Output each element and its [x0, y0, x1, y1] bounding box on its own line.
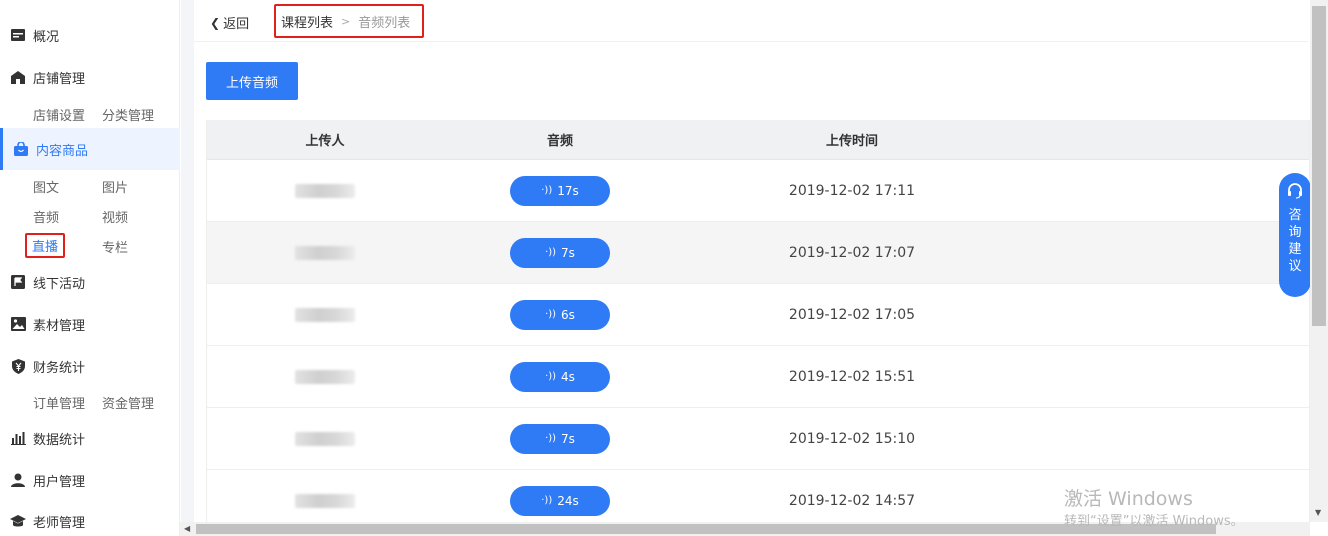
column-header-upload-time: 上传时间 — [825, 134, 878, 149]
upload-time: 2019-12-02 17:11 — [788, 182, 916, 199]
sidebar-sub-orders[interactable]: 订单管理 — [33, 393, 85, 412]
audio-duration: 24s — [557, 493, 579, 508]
sidebar-item-label: 老师管理 — [33, 515, 86, 531]
upload-time: 2019-12-02 17:05 — [788, 306, 916, 323]
audio-duration: 7s — [561, 245, 575, 260]
sidebar-sub-video[interactable]: 视频 — [102, 207, 128, 226]
sidebar-item-teachers[interactable]: 老师管理 — [0, 505, 180, 536]
image-icon — [10, 316, 26, 332]
store-icon — [10, 69, 26, 85]
graduation-cap-icon — [10, 513, 26, 529]
audio-duration: 6s — [561, 307, 575, 322]
scroll-down-arrow-icon[interactable]: ▼ — [1315, 508, 1321, 517]
user-icon — [10, 472, 26, 488]
sidebar-item-users[interactable]: 用户管理 — [0, 464, 180, 496]
uploader-avatar-blurred — [295, 431, 355, 446]
uploader-avatar-blurred — [295, 493, 355, 508]
consult-label: 咨询建议 — [1288, 208, 1302, 274]
uploader-avatar-blurred — [295, 245, 355, 260]
audio-duration: 17s — [557, 183, 579, 198]
sidebar-item-label: 概况 — [33, 29, 60, 45]
audio-play-button[interactable]: ·)) 7s — [510, 237, 610, 268]
consult-feedback-button[interactable]: 咨询建议 — [1279, 173, 1311, 297]
sidebar-item-finance[interactable]: 财务统计 — [0, 350, 180, 382]
table-header: 上传人 音频 上传时间 — [207, 120, 1309, 160]
table-row: ·)) 7s 2019-12-02 15:10 — [207, 408, 1309, 470]
sidebar-sub-live[interactable]: 直播 — [25, 233, 66, 258]
audio-play-button[interactable]: ·)) 17s — [510, 175, 610, 206]
yuan-shield-icon — [10, 358, 26, 374]
table-row: ·)) 7s 2019-12-02 17:07 — [207, 222, 1309, 284]
audio-duration: 4s — [561, 369, 575, 384]
sidebar-divider — [181, 0, 194, 536]
sidebar-sub-category[interactable]: 分类管理 — [102, 105, 154, 124]
sidebar-item-label: 线下活动 — [33, 276, 86, 292]
top-bar: ❮ 返回 课程列表 > 音频列表 — [194, 0, 1308, 42]
uploader-avatar-blurred — [295, 307, 355, 322]
breadcrumb: 课程列表 > 音频列表 — [274, 4, 424, 38]
headset-icon — [1287, 183, 1303, 203]
bar-chart-icon — [10, 430, 26, 446]
table-row: ·)) 6s 2019-12-02 17:05 — [207, 284, 1309, 346]
activation-watermark-subtitle: 转到“设置”以激活 Windows。 — [1064, 514, 1244, 529]
sidebar-item-offline-events[interactable]: 线下活动 — [0, 266, 180, 298]
upload-time: 2019-12-02 15:51 — [788, 368, 916, 385]
horizontal-scroll-thumb[interactable] — [196, 524, 1216, 534]
audio-play-button[interactable]: ·)) 7s — [510, 423, 610, 454]
sound-wave-icon: ·)) — [545, 371, 557, 382]
sidebar-item-content[interactable]: 内容商品 — [0, 128, 180, 170]
sidebar-item-store[interactable]: 店铺管理 — [0, 61, 180, 93]
column-header-audio: 音频 — [546, 134, 573, 149]
sidebar-sub-funds[interactable]: 资金管理 — [102, 393, 154, 412]
table-row: ·)) 17s 2019-12-02 17:11 — [207, 160, 1309, 222]
sound-wave-icon: ·)) — [545, 309, 557, 320]
back-button[interactable]: ❮ 返回 — [210, 13, 250, 33]
sidebar-item-label: 内容商品 — [36, 143, 89, 159]
sidebar-sub-column[interactable]: 专栏 — [102, 237, 128, 256]
audio-duration: 7s — [561, 431, 575, 446]
breadcrumb-separator-icon: > — [341, 14, 351, 28]
flag-icon — [10, 274, 26, 290]
sidebar-item-materials[interactable]: 素材管理 — [0, 308, 180, 340]
column-header-uploader: 上传人 — [305, 134, 345, 149]
bag-icon — [13, 141, 29, 157]
sound-wave-icon: ·)) — [541, 185, 553, 196]
upload-time: 2019-12-02 15:10 — [788, 430, 916, 447]
audio-play-button[interactable]: ·)) 6s — [510, 299, 610, 330]
upload-time: 2019-12-02 14:57 — [788, 492, 916, 509]
sidebar-item-label: 财务统计 — [33, 360, 86, 376]
sidebar-item-label: 素材管理 — [33, 318, 86, 334]
upload-audio-button[interactable]: 上传音频 — [206, 62, 298, 100]
sidebar-item-label: 店铺管理 — [33, 71, 86, 87]
sidebar: 概况 店铺管理 店铺设置 分类管理 内容商品 图文 图片 音频 视频 直播 专栏… — [0, 0, 180, 536]
chevron-left-icon: ❮ — [210, 15, 221, 30]
table-row: ·)) 4s 2019-12-02 15:51 — [207, 346, 1309, 408]
sound-wave-icon: ·)) — [541, 495, 553, 506]
audio-play-button[interactable]: ·)) 4s — [510, 361, 610, 392]
upload-time: 2019-12-02 17:07 — [788, 244, 916, 261]
uploader-avatar-blurred — [295, 183, 355, 198]
sidebar-sub-picture[interactable]: 图片 — [102, 177, 128, 196]
sidebar-item-overview[interactable]: 概况 — [0, 19, 180, 51]
sidebar-sub-audio[interactable]: 音频 — [33, 207, 59, 226]
audio-play-button[interactable]: ·)) 24s — [510, 485, 610, 516]
scroll-left-arrow-icon[interactable]: ◀ — [184, 524, 190, 533]
sound-wave-icon: ·)) — [545, 433, 557, 444]
activation-watermark-title: 激活 Windows — [1064, 488, 1193, 510]
vertical-scroll-thumb[interactable] — [1312, 6, 1326, 326]
sidebar-item-label: 用户管理 — [33, 474, 86, 490]
sidebar-item-data-stats[interactable]: 数据统计 — [0, 422, 180, 454]
uploader-avatar-blurred — [295, 369, 355, 384]
sound-wave-icon: ·)) — [545, 247, 557, 258]
sidebar-sub-store-settings[interactable]: 店铺设置 — [33, 105, 85, 124]
audio-table: 上传人 音频 上传时间 ·)) 17s 2019-12-02 17:11 ·)) 7… — [206, 120, 1310, 532]
sidebar-sub-article[interactable]: 图文 — [33, 177, 59, 196]
breadcrumb-audio-list: 音频列表 — [358, 15, 411, 31]
back-label: 返回 — [223, 17, 250, 32]
sidebar-item-label: 数据统计 — [33, 432, 86, 448]
breadcrumb-course-list[interactable]: 课程列表 — [281, 12, 333, 31]
overview-icon — [10, 27, 26, 43]
